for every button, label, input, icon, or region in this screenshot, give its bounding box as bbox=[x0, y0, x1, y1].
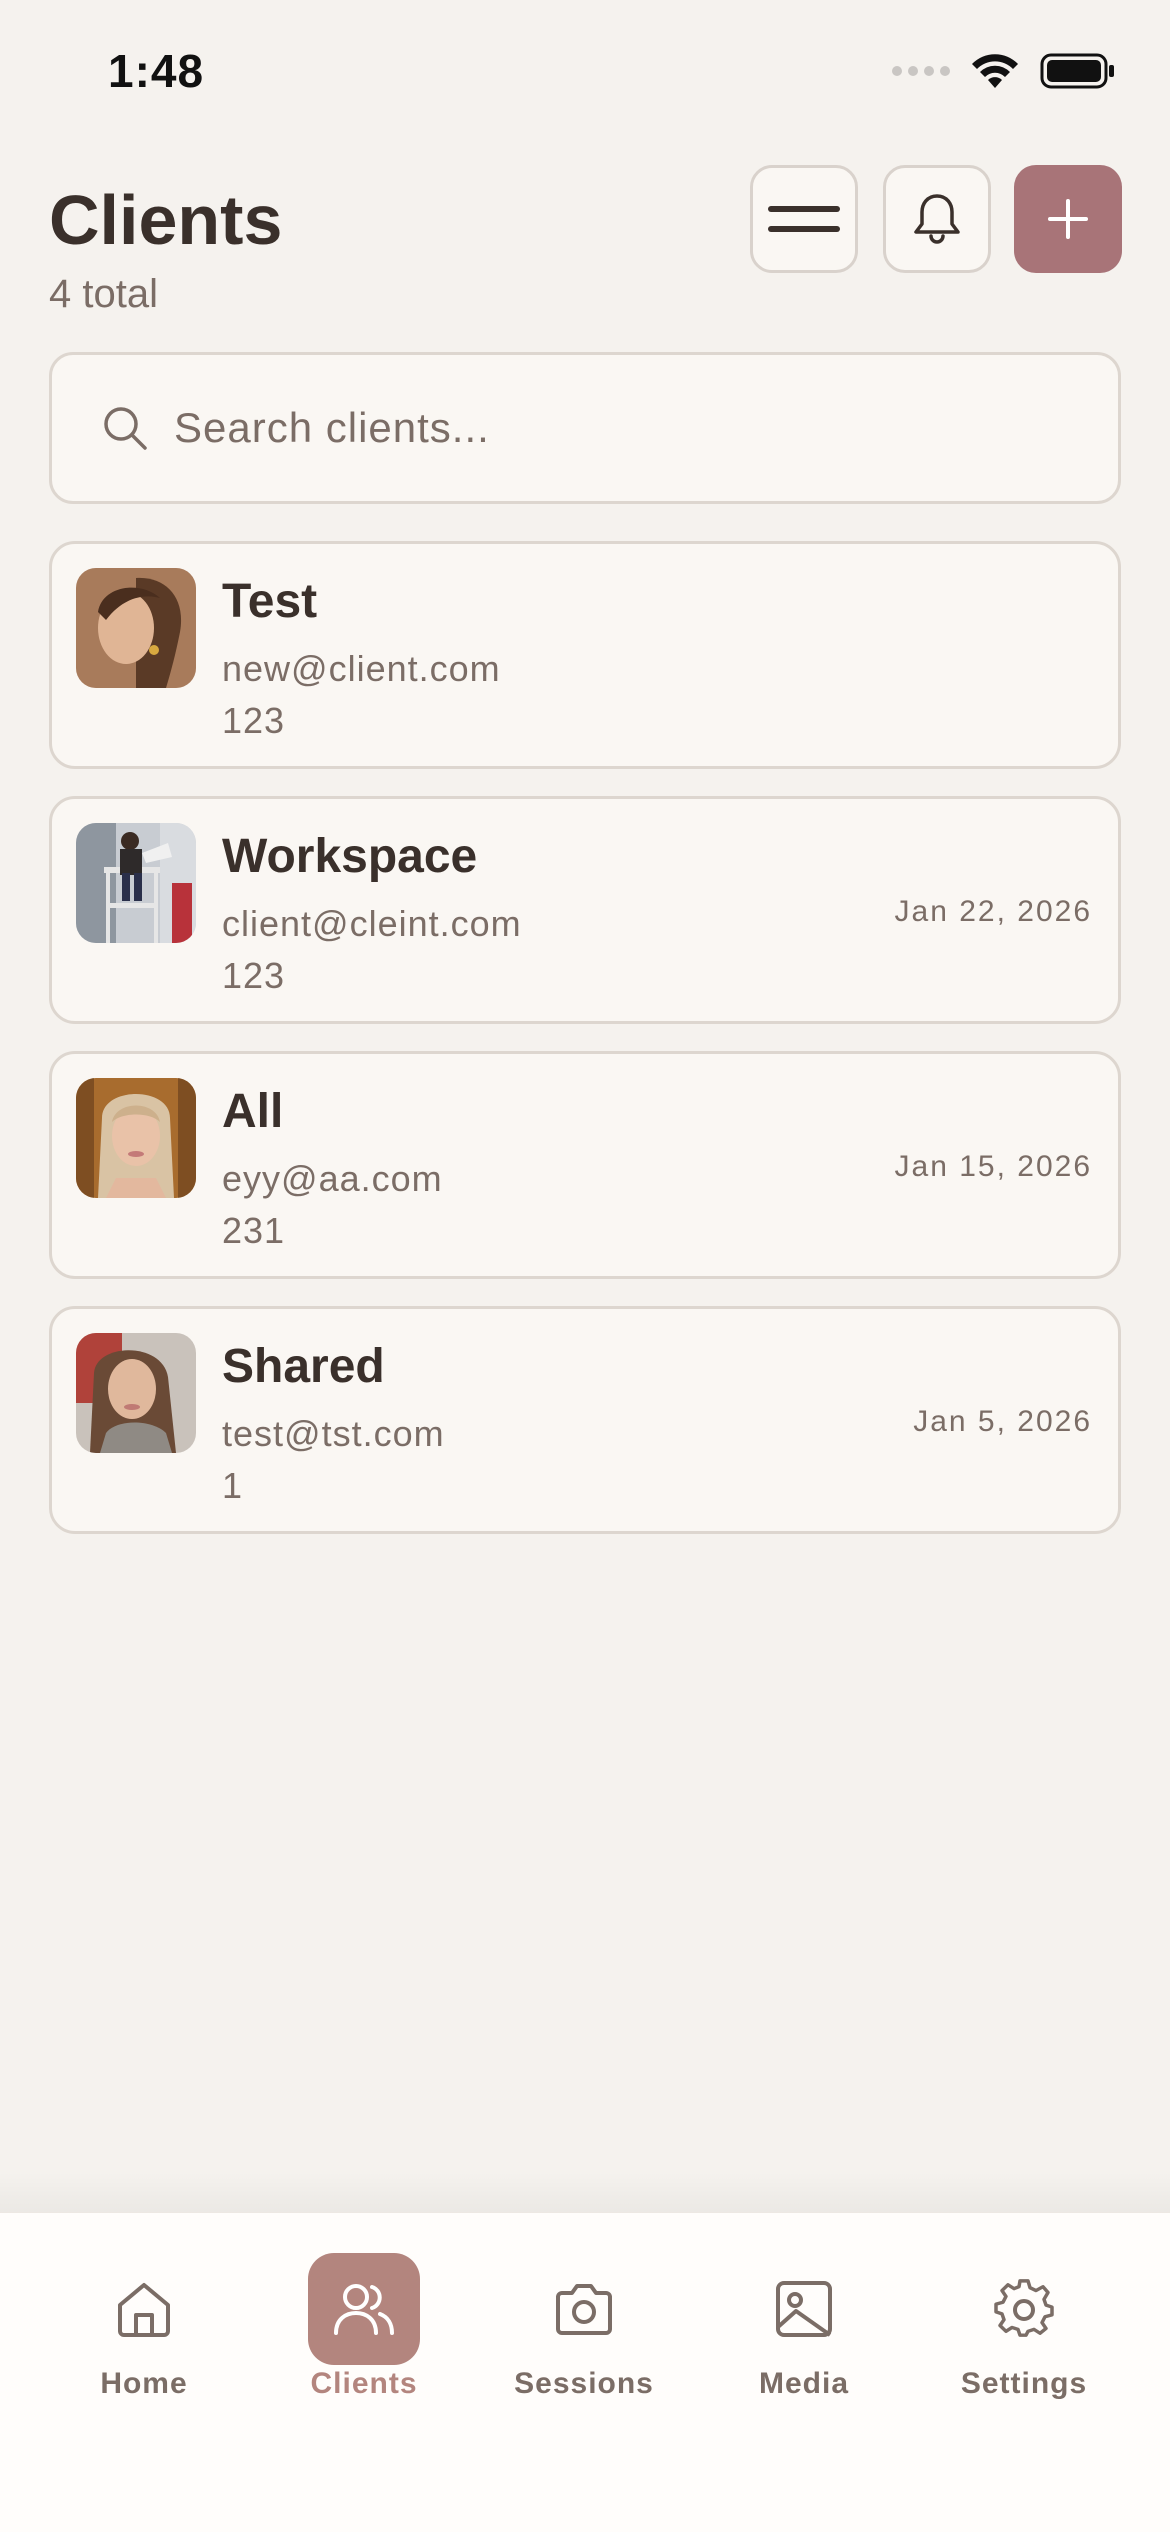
tab-bar: Home Clients Sessions Media Settings bbox=[0, 2212, 1170, 2532]
tab-home-icon-wrap bbox=[88, 2253, 200, 2365]
client-date: Jan 15, 2026 bbox=[894, 1150, 1092, 1183]
tab-media[interactable]: Media bbox=[694, 2253, 914, 2413]
search-icon bbox=[104, 407, 147, 450]
tab-home-label: Home bbox=[100, 2367, 188, 2400]
tab-clients-icon-wrap bbox=[308, 2253, 420, 2365]
client-email: test@tst.com bbox=[222, 1413, 445, 1454]
client-phone: 1 bbox=[222, 1465, 244, 1506]
client-card-all[interactable]: All eyy@aa.com 231 Jan 15, 2026 bbox=[49, 1051, 1121, 1279]
client-name: Test bbox=[222, 575, 318, 628]
notifications-button[interactable] bbox=[883, 165, 991, 273]
tab-sessions-label: Sessions bbox=[514, 2367, 654, 2400]
menu-button[interactable] bbox=[750, 165, 858, 273]
client-name: Workspace bbox=[222, 830, 478, 883]
client-email: eyy@aa.com bbox=[222, 1158, 443, 1199]
camera-icon bbox=[556, 2284, 612, 2335]
tab-clients[interactable]: Clients bbox=[254, 2253, 474, 2413]
bell-icon bbox=[914, 194, 960, 244]
image-icon bbox=[776, 2281, 832, 2337]
client-card-test[interactable]: Test new@client.com 123 bbox=[49, 541, 1121, 769]
client-avatar bbox=[76, 1333, 196, 1453]
clients-screen: 1:48 Clients 4 total Search clients... T… bbox=[0, 0, 1170, 2532]
tab-home[interactable]: Home bbox=[34, 2253, 254, 2413]
client-count: 4 total bbox=[49, 272, 158, 316]
tab-settings[interactable]: Settings bbox=[914, 2253, 1134, 2413]
client-avatar bbox=[76, 568, 196, 688]
cellular-signal-icon bbox=[892, 66, 950, 76]
tab-settings-label: Settings bbox=[960, 2367, 1088, 2400]
client-card-shared[interactable]: Shared test@tst.com 1 Jan 5, 2026 bbox=[49, 1306, 1121, 1534]
battery-icon bbox=[1040, 53, 1114, 89]
tabbar-shadow bbox=[0, 2172, 1170, 2212]
client-email: client@cleint.com bbox=[222, 903, 522, 944]
users-icon bbox=[334, 2284, 394, 2335]
client-phone: 123 bbox=[222, 955, 286, 996]
home-icon bbox=[118, 2283, 170, 2337]
client-phone: 123 bbox=[222, 700, 286, 741]
client-name: All bbox=[222, 1085, 284, 1138]
header: Clients 4 total bbox=[49, 160, 1122, 330]
tab-media-icon-wrap bbox=[748, 2253, 860, 2365]
client-avatar bbox=[76, 823, 196, 943]
search-placeholder: Search clients... bbox=[174, 404, 490, 451]
status-time: 1:48 bbox=[108, 45, 205, 97]
status-bar: 1:48 bbox=[0, 0, 1170, 140]
plus-icon bbox=[1048, 199, 1088, 239]
client-date: Jan 22, 2026 bbox=[894, 895, 1092, 928]
client-avatar bbox=[76, 1078, 196, 1198]
client-date: Jan 5, 2026 bbox=[913, 1405, 1092, 1438]
tab-sessions[interactable]: Sessions bbox=[474, 2253, 694, 2413]
wifi-icon bbox=[972, 54, 1018, 88]
page-title: Clients bbox=[49, 181, 283, 259]
tab-media-label: Media bbox=[758, 2367, 850, 2400]
client-phone: 231 bbox=[222, 1210, 286, 1251]
client-card-workspace[interactable]: Workspace client@cleint.com 123 Jan 22, … bbox=[49, 796, 1121, 1024]
client-name: Shared bbox=[222, 1340, 385, 1393]
client-email: new@client.com bbox=[222, 648, 501, 689]
status-indicators bbox=[892, 52, 1116, 90]
tab-settings-icon-wrap bbox=[968, 2253, 1080, 2365]
tab-clients-label: Clients bbox=[310, 2367, 418, 2400]
tab-sessions-icon-wrap bbox=[528, 2253, 640, 2365]
gear-icon bbox=[994, 2279, 1054, 2337]
search-field[interactable]: Search clients... bbox=[49, 352, 1121, 504]
hamburger-icon bbox=[768, 206, 840, 232]
add-client-button[interactable] bbox=[1014, 165, 1122, 273]
